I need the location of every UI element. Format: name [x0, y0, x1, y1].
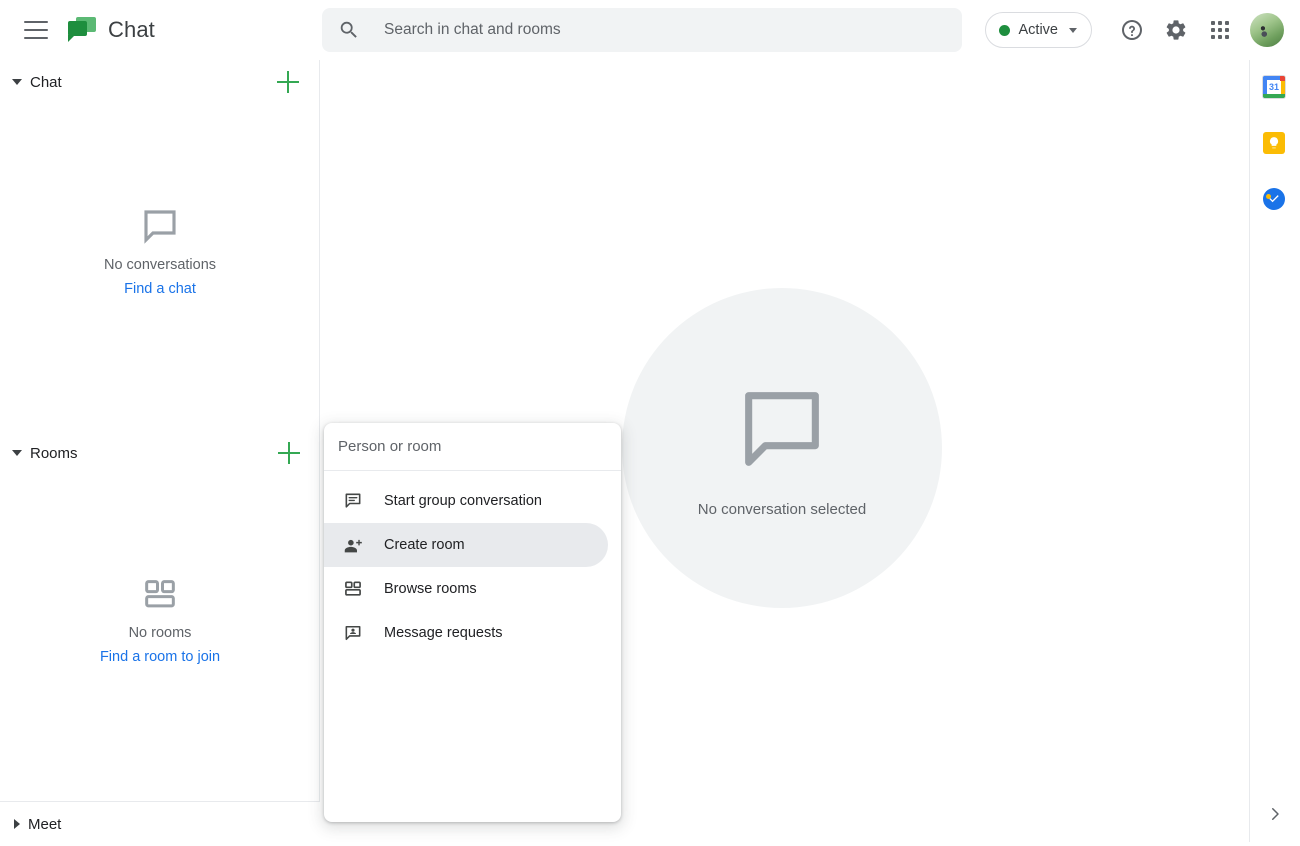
- rooms-empty-title: No rooms: [128, 625, 192, 641]
- side-app-rail: 31: [1249, 60, 1300, 846]
- sidebar-section-meet[interactable]: Meet: [0, 802, 320, 846]
- rooms-grid-icon: [342, 578, 364, 600]
- menu-item-message-requests[interactable]: Message requests: [324, 611, 608, 655]
- chevron-down-icon: [12, 79, 22, 85]
- bottom-scrollbar[interactable]: [0, 842, 1300, 846]
- chevron-down-icon: [1069, 27, 1077, 33]
- keep-bulb-icon: [1263, 132, 1285, 154]
- status-button[interactable]: Active: [984, 12, 1092, 48]
- chevron-down-icon: [12, 450, 22, 456]
- top-app-bar: Chat Active: [0, 0, 1300, 60]
- top-bar-actions: Active: [984, 0, 1284, 60]
- calendar-icon: 31: [1263, 76, 1285, 98]
- new-room-button[interactable]: [276, 440, 302, 466]
- search-input[interactable]: [384, 8, 946, 52]
- menu-item-create-room[interactable]: Create room: [324, 523, 608, 567]
- sidebar-section-rooms-label: Rooms: [30, 444, 78, 462]
- speech-bubble-icon: [144, 210, 176, 244]
- search-icon: [340, 21, 357, 38]
- sidebar-section-meet-label: Meet: [28, 815, 62, 833]
- help-button[interactable]: [1110, 8, 1154, 52]
- find-a-room-link[interactable]: Find a room to join: [100, 649, 220, 665]
- sidebar-section-rooms[interactable]: Rooms: [0, 431, 320, 475]
- tasks-check-icon: [1263, 188, 1285, 210]
- sidebar-section-chat[interactable]: Chat: [0, 60, 319, 104]
- google-chat-app: Chat Active: [0, 0, 1300, 846]
- menu-item-start-group-conversation[interactable]: Start group conversation: [324, 479, 608, 523]
- status-label: Active: [1018, 22, 1059, 38]
- person-or-room-input[interactable]: [338, 438, 607, 455]
- chat-empty-state: No conversations Find a chat: [0, 205, 320, 297]
- google-chat-logo: [68, 17, 96, 43]
- person-add-icon: [342, 534, 364, 556]
- apps-grid-icon: [1211, 21, 1229, 39]
- google-calendar-button[interactable]: 31: [1263, 76, 1287, 100]
- dropdown-menu-list: Start group conversation Create room Bro…: [324, 471, 621, 655]
- menu-item-browse-rooms[interactable]: Browse rooms: [324, 567, 608, 611]
- dropdown-search-row[interactable]: [324, 423, 621, 471]
- group-chat-icon: [342, 490, 364, 512]
- status-dot-icon: [998, 24, 1010, 36]
- menu-item-label: Create room: [384, 537, 465, 553]
- rooms-grid-icon: [145, 580, 175, 608]
- apps-button[interactable]: [1198, 8, 1242, 52]
- no-conversation-caption: No conversation selected: [697, 500, 867, 518]
- google-keep-button[interactable]: [1263, 132, 1287, 156]
- sidebar-section-chat-label: Chat: [30, 73, 62, 91]
- brand: Chat: [68, 17, 155, 43]
- avatar[interactable]: [1250, 13, 1284, 47]
- message-request-icon: [342, 622, 364, 644]
- menu-item-label: Start group conversation: [384, 493, 542, 509]
- app-title: Chat: [108, 17, 155, 42]
- settings-button[interactable]: [1154, 8, 1198, 52]
- google-tasks-button[interactable]: [1263, 188, 1287, 212]
- menu-item-label: Message requests: [384, 625, 503, 641]
- chevron-right-icon: [14, 819, 20, 829]
- rooms-empty-state: No rooms Find a room to join: [0, 575, 320, 665]
- no-conversation-empty-state: No conversation selected: [622, 288, 942, 608]
- expand-rail-button[interactable]: [1261, 800, 1289, 828]
- sidebar-rooms-wrapper: Rooms: [0, 431, 320, 475]
- help-circle-icon: [1122, 20, 1142, 40]
- find-a-chat-link[interactable]: Find a chat: [124, 281, 196, 297]
- speech-bubble-icon: [745, 391, 819, 466]
- gear-icon: [1166, 20, 1186, 40]
- new-chat-dropdown: Start group conversation Create room: [324, 423, 621, 822]
- calendar-date-label: 31: [1268, 81, 1279, 92]
- chevron-right-icon: [1272, 808, 1279, 820]
- search-bar[interactable]: [322, 8, 962, 52]
- hamburger-icon[interactable]: [24, 21, 48, 39]
- sidebar-meet-wrapper: Meet: [0, 801, 320, 846]
- sidebar: Chat No conversations Find a chat Rooms: [0, 60, 320, 846]
- chat-empty-title: No conversations: [103, 257, 217, 273]
- new-chat-button[interactable]: [275, 69, 301, 95]
- menu-item-label: Browse rooms: [384, 581, 477, 597]
